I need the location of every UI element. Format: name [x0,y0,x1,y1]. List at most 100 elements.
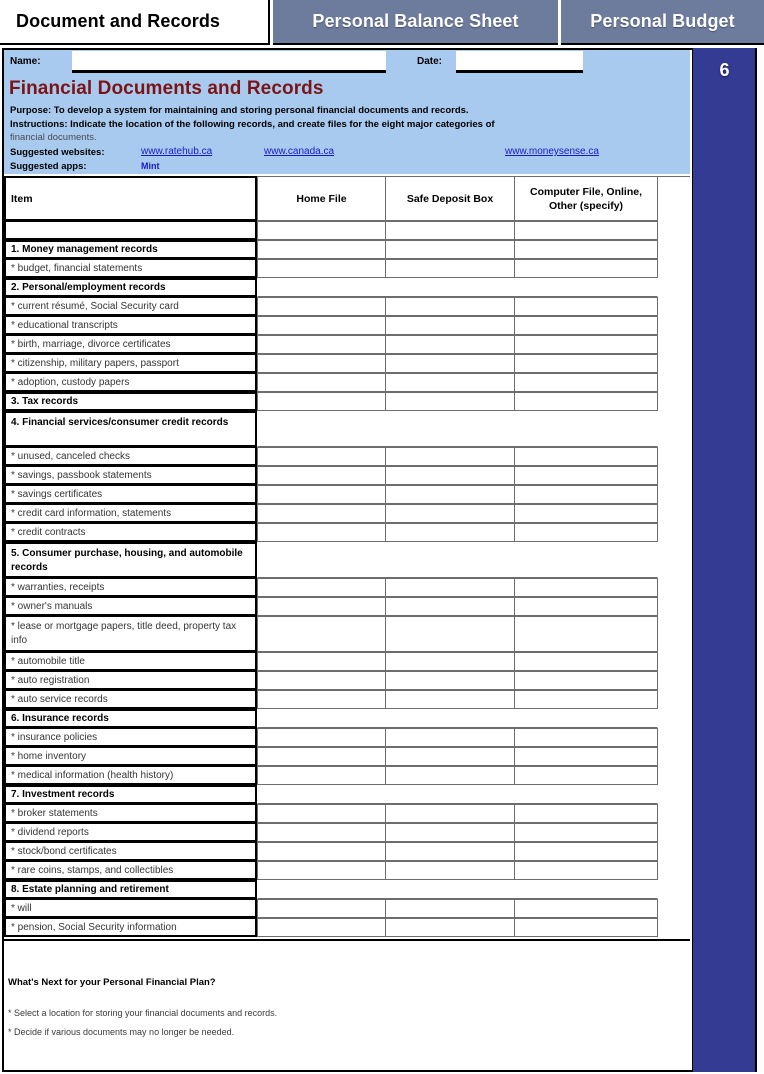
cell-safe-deposit-box[interactable] [386,523,515,542]
cell-computer-file[interactable] [515,842,658,861]
cell-safe-deposit-box[interactable] [386,597,515,616]
cell-safe-deposit-box[interactable] [386,616,515,652]
cell-safe-deposit-box[interactable] [386,392,515,411]
cell-safe-deposit-box[interactable] [386,899,515,918]
cell-home-file[interactable] [257,447,386,466]
name-input[interactable] [72,51,386,73]
cell-home-file[interactable] [257,240,386,259]
date-input[interactable] [456,51,583,73]
cell-computer-file[interactable] [515,899,658,918]
cell-computer-file[interactable] [515,221,658,240]
cell-computer-file[interactable] [515,671,658,690]
cell-computer-file[interactable] [515,447,658,466]
cell-computer-file[interactable] [515,373,658,392]
cell-home-file[interactable] [257,466,386,485]
cell-safe-deposit-box[interactable] [386,373,515,392]
tab-document-and-records[interactable]: Document and Records [0,0,270,45]
cell-safe-deposit-box[interactable] [386,766,515,785]
cell-safe-deposit-box[interactable] [386,671,515,690]
cell-home-file[interactable] [257,671,386,690]
cell-safe-deposit-box[interactable] [386,504,515,523]
cell-safe-deposit-box[interactable] [386,240,515,259]
cell-safe-deposit-box[interactable] [386,354,515,373]
website-link-canada[interactable]: www.canada.ca [264,146,334,157]
cell-home-file[interactable] [257,504,386,523]
cell-home-file[interactable] [257,616,386,652]
cell-safe-deposit-box[interactable] [386,578,515,597]
cell-safe-deposit-box[interactable] [386,316,515,335]
tab-personal-budget[interactable]: Personal Budget [561,0,764,45]
cell-home-file[interactable] [257,297,386,316]
cell-computer-file[interactable] [515,652,658,671]
cell-safe-deposit-box[interactable] [386,297,515,316]
row-item-label: 5. Consumer purchase, housing, and autom… [4,542,257,578]
cell-computer-file[interactable] [515,504,658,523]
cell-safe-deposit-box[interactable] [386,221,515,240]
cell-computer-file[interactable] [515,597,658,616]
cell-safe-deposit-box[interactable] [386,690,515,709]
cell-home-file[interactable] [257,373,386,392]
cell-computer-file[interactable] [515,728,658,747]
cell-computer-file[interactable] [515,690,658,709]
cell-computer-file[interactable] [515,823,658,842]
cell-home-file[interactable] [257,392,386,411]
cell-computer-file[interactable] [515,616,658,652]
cell-computer-file[interactable] [515,747,658,766]
cell-safe-deposit-box[interactable] [386,823,515,842]
cell-home-file[interactable] [257,823,386,842]
cell-safe-deposit-box[interactable] [386,918,515,937]
cell-computer-file[interactable] [515,485,658,504]
cell-computer-file[interactable] [515,392,658,411]
cell-safe-deposit-box[interactable] [386,747,515,766]
cell-computer-file[interactable] [515,918,658,937]
cell-computer-file[interactable] [515,240,658,259]
cell-home-file[interactable] [257,597,386,616]
cell-home-file[interactable] [257,690,386,709]
suggested-websites-label: Suggested websites: [10,147,105,158]
app-link-mint[interactable]: Mint [141,161,160,171]
cell-safe-deposit-box[interactable] [386,804,515,823]
cell-computer-file[interactable] [515,578,658,597]
cell-home-file[interactable] [257,354,386,373]
cell-safe-deposit-box[interactable] [386,447,515,466]
cell-computer-file[interactable] [515,335,658,354]
tab-personal-balance-sheet[interactable]: Personal Balance Sheet [273,0,558,45]
cell-home-file[interactable] [257,899,386,918]
website-link-ratehub[interactable]: www.ratehub.ca [141,146,212,157]
cell-computer-file[interactable] [515,259,658,278]
cell-safe-deposit-box[interactable] [386,485,515,504]
cell-safe-deposit-box[interactable] [386,335,515,354]
cell-home-file[interactable] [257,918,386,937]
cell-safe-deposit-box[interactable] [386,861,515,880]
cell-home-file[interactable] [257,335,386,354]
tab-bar: Document and Records Personal Balance Sh… [0,0,764,45]
cell-home-file[interactable] [257,804,386,823]
cell-home-file[interactable] [257,728,386,747]
cell-home-file[interactable] [257,578,386,597]
cell-safe-deposit-box[interactable] [386,652,515,671]
cell-computer-file[interactable] [515,316,658,335]
cell-home-file[interactable] [257,747,386,766]
cell-computer-file[interactable] [515,297,658,316]
cell-safe-deposit-box[interactable] [386,466,515,485]
cell-safe-deposit-box[interactable] [386,728,515,747]
website-link-moneysense[interactable]: www.moneysense.ca [505,146,599,157]
cell-computer-file[interactable] [515,861,658,880]
cell-home-file[interactable] [257,766,386,785]
cell-safe-deposit-box[interactable] [386,842,515,861]
cell-home-file[interactable] [257,316,386,335]
cell-computer-file[interactable] [515,354,658,373]
table-row: * stock/bond certificates [4,842,690,861]
cell-computer-file[interactable] [515,766,658,785]
cell-home-file[interactable] [257,861,386,880]
cell-safe-deposit-box[interactable] [386,259,515,278]
cell-computer-file[interactable] [515,466,658,485]
cell-home-file[interactable] [257,259,386,278]
cell-computer-file[interactable] [515,804,658,823]
cell-computer-file[interactable] [515,523,658,542]
cell-home-file[interactable] [257,485,386,504]
cell-home-file[interactable] [257,221,386,240]
cell-home-file[interactable] [257,842,386,861]
cell-home-file[interactable] [257,523,386,542]
cell-home-file[interactable] [257,652,386,671]
